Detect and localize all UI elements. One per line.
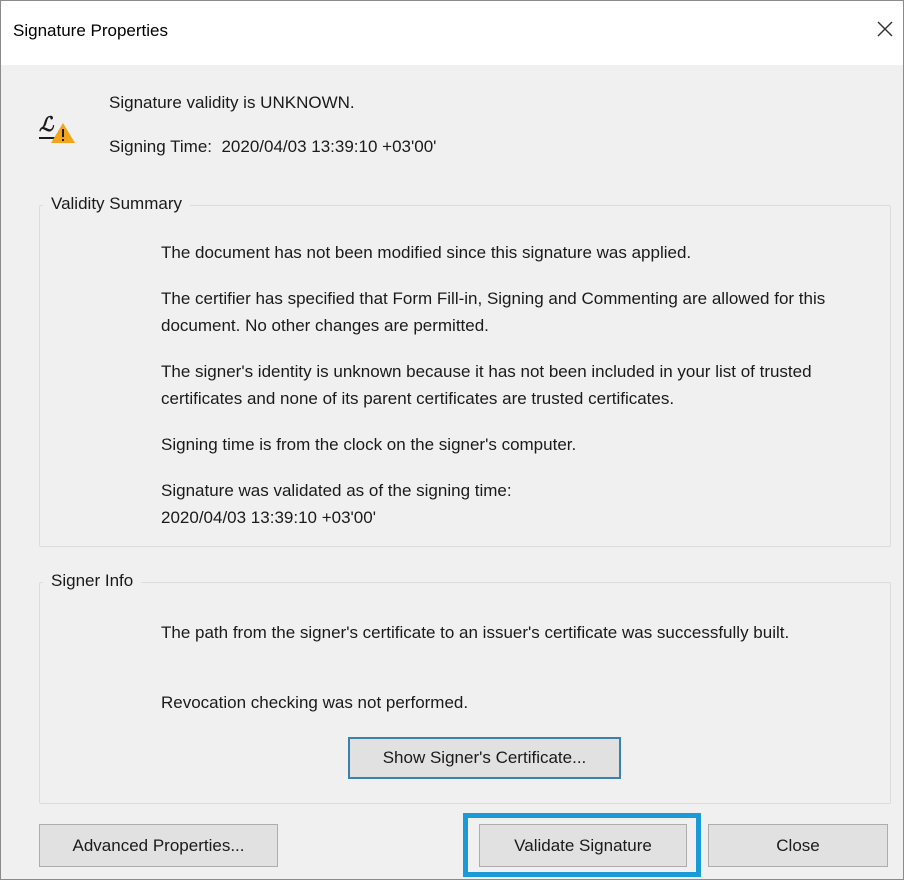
- validity-paragraph: The document has not been modified since…: [161, 243, 692, 262]
- signer-info-label: Signer Info: [43, 571, 142, 591]
- show-signers-certificate-button[interactable]: Show Signer's Certificate...: [348, 737, 621, 779]
- signing-time: Signing Time: 2020/04/03 13:39:10 +03'00…: [109, 137, 436, 157]
- close-icon[interactable]: [871, 15, 899, 43]
- validity-summary-label: Validity Summary: [43, 194, 190, 214]
- svg-text:ℒ: ℒ: [39, 112, 55, 136]
- signing-time-label: Signing Time:: [109, 137, 212, 156]
- validity-status: Signature validity is UNKNOWN.: [109, 93, 355, 112]
- validity-paragraph: Signing time is from the clock on the si…: [161, 435, 577, 454]
- signer-paragraph: The path from the signer's certificate t…: [161, 623, 790, 642]
- signature-warning-icon: ℒ: [39, 112, 75, 143]
- close-button[interactable]: Close: [708, 824, 888, 867]
- validity-paragraph: The signer's identity is unknown because…: [161, 362, 812, 408]
- signing-time-value: 2020/04/03 13:39:10 +03'00': [221, 137, 437, 156]
- window-title: Signature Properties: [13, 21, 168, 40]
- validity-paragraph: Signature was validated as of the signin…: [161, 481, 512, 500]
- validity-paragraph: The certifier has specified that Form Fi…: [161, 289, 826, 335]
- title-bar: Signature Properties: [1, 1, 903, 65]
- validate-signature-button[interactable]: Validate Signature: [479, 824, 687, 867]
- signature-properties-dialog: Signature Properties ℒ Signature validit…: [0, 0, 904, 880]
- validity-paragraph: 2020/04/03 13:39:10 +03'00': [161, 508, 376, 527]
- signer-paragraph: Revocation checking was not performed.: [161, 693, 469, 712]
- advanced-properties-button[interactable]: Advanced Properties...: [39, 824, 278, 867]
